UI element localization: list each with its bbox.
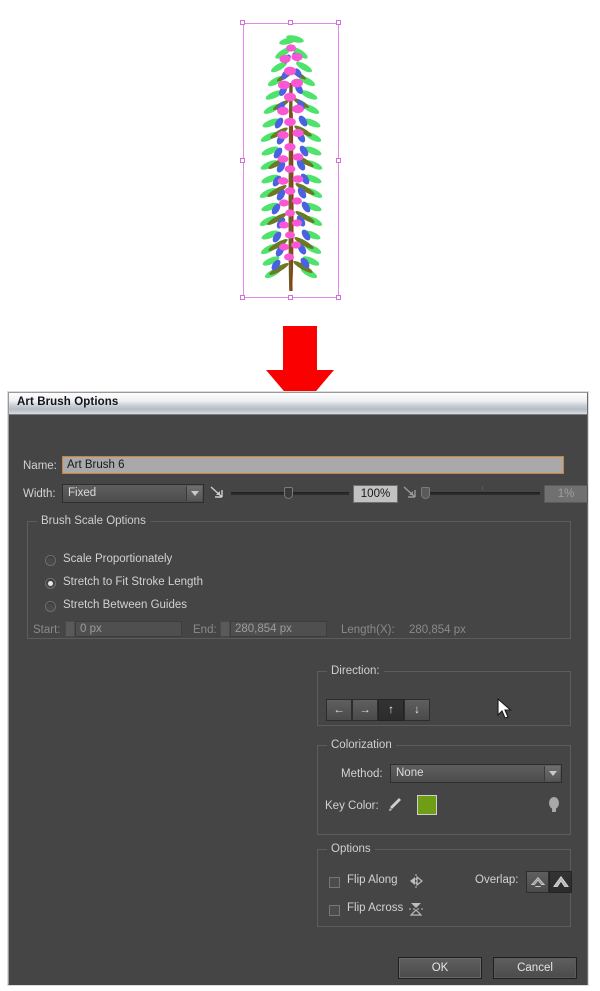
ok-button-label: OK [431, 962, 449, 974]
selection-handle-tm[interactable] [288, 20, 293, 25]
selection-handle-mr[interactable] [336, 158, 341, 163]
overlap-allow[interactable] [526, 871, 549, 893]
eyedropper-icon[interactable] [387, 796, 403, 814]
start-stepper[interactable] [65, 621, 75, 637]
radio-label-scale-proportionately[interactable]: Scale Proportionately [63, 553, 172, 565]
colorization-title: Colorization [327, 739, 396, 751]
name-label: Name: [23, 460, 57, 472]
direction-left[interactable]: ← [326, 699, 352, 721]
selection-handle-bm[interactable] [288, 295, 293, 300]
arrow-left-icon: ← [333, 704, 345, 716]
overlap-prevent[interactable] [549, 871, 572, 893]
width-method-select[interactable]: Fixed [62, 484, 204, 503]
selection-handle-bl[interactable] [240, 295, 245, 300]
flip-along-label[interactable]: Flip Along [347, 874, 398, 886]
colorization-method-label: Method: [341, 768, 383, 780]
flip-along-icon [410, 874, 423, 888]
options-title: Options [327, 843, 375, 855]
width-variance-slider-thumb[interactable] [421, 487, 430, 499]
cancel-button[interactable]: Cancel [493, 957, 577, 979]
colorization-method-select[interactable]: None [390, 764, 562, 783]
cancel-button-label: Cancel [517, 962, 553, 974]
end-label: End: [193, 624, 217, 636]
overlap-allow-icon [530, 876, 545, 887]
radio-label-stretch-between-guides[interactable]: Stretch Between Guides [63, 599, 187, 611]
dialog-body: Name: Art Brush 6 Width: Fixed 100% 1% B… [9, 415, 588, 985]
selection-handle-br[interactable] [336, 295, 341, 300]
direction-title: Direction: [327, 665, 384, 677]
tip-bulb-icon[interactable] [547, 796, 561, 814]
direction-right[interactable]: → [352, 699, 378, 721]
art-brush-options-dialog: Art Brush Options Name: Art Brush 6 Widt… [8, 392, 588, 985]
width-variance-slider-track[interactable] [423, 492, 540, 495]
selection-handle-ml[interactable] [240, 158, 245, 163]
selection-bounding-box[interactable] [243, 23, 339, 298]
width-variance-icon [403, 486, 416, 498]
key-color-label: Key Color: [325, 800, 379, 812]
radio-stretch-between-guides[interactable] [45, 601, 56, 612]
overlap-label: Overlap: [475, 874, 519, 886]
flip-along-checkbox[interactable] [329, 877, 340, 888]
width-scale-value[interactable]: 100% [353, 485, 398, 503]
radio-label-stretch-to-fit[interactable]: Stretch to Fit Stroke Length [63, 576, 203, 588]
brush-name-input[interactable]: Art Brush 6 [62, 456, 564, 474]
selection-handle-tl[interactable] [240, 20, 245, 25]
width-label: Width: [23, 488, 56, 500]
radio-stretch-to-fit[interactable] [45, 578, 56, 589]
flip-across-label[interactable]: Flip Across [347, 902, 403, 914]
radio-scale-proportionately[interactable] [45, 555, 56, 566]
artboard-area [0, 0, 600, 320]
arrow-right-icon: → [359, 704, 371, 716]
width-variance-tick [482, 486, 483, 490]
colorization-method-value: None [396, 767, 424, 779]
direction-down[interactable]: ↓ [404, 699, 430, 721]
chevron-down-icon[interactable] [544, 766, 560, 781]
arrow-up-icon: ↑ [388, 704, 394, 716]
colorization-group: Colorization [317, 739, 571, 835]
dialog-titlebar[interactable]: Art Brush Options [9, 393, 587, 415]
chevron-down-icon[interactable] [186, 486, 202, 501]
flip-across-checkbox[interactable] [329, 905, 340, 916]
start-label: Start: [33, 624, 61, 636]
length-label: Length(X): [341, 624, 395, 636]
width-variance-value[interactable]: 1% [544, 485, 588, 503]
width-method-value: Fixed [68, 487, 97, 499]
end-stepper[interactable] [220, 621, 230, 637]
brush-scale-options-title: Brush Scale Options [37, 515, 150, 527]
length-value: 280,854 px [409, 624, 466, 636]
direction-up[interactable]: ↑ [378, 699, 404, 721]
width-scale-slider-thumb[interactable] [284, 487, 293, 499]
ok-button[interactable]: OK [398, 957, 482, 979]
screenshot-root: Art Brush Options Name: Art Brush 6 Widt… [0, 0, 600, 991]
start-input[interactable]: 0 px [75, 621, 182, 637]
selection-handle-tr[interactable] [336, 20, 341, 25]
key-color-swatch[interactable] [417, 795, 437, 815]
arrow-down-icon: ↓ [414, 704, 420, 716]
end-input[interactable]: 280,854 px [230, 621, 327, 637]
overlap-prevent-icon [552, 875, 569, 887]
flip-across-icon [409, 903, 423, 916]
mouse-cursor-icon [497, 698, 512, 719]
dialog-title: Art Brush Options [17, 396, 119, 408]
width-scale-icon [210, 486, 223, 498]
